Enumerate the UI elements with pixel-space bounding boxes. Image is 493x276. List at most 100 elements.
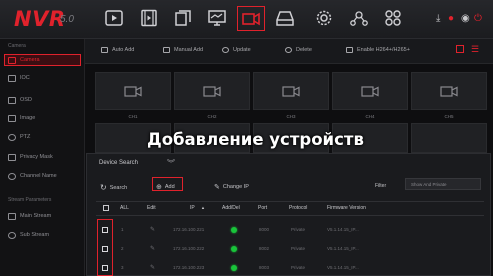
camera-placeholder-icon bbox=[123, 85, 142, 97]
camera-placeholder-icon bbox=[281, 85, 300, 97]
channel-tile-4[interactable] bbox=[332, 72, 408, 110]
sidebar-item-ptz[interactable]: PTZ bbox=[4, 131, 85, 143]
storage-icon[interactable] bbox=[274, 8, 296, 28]
camera-icon[interactable] bbox=[237, 6, 265, 31]
row-number: 2 bbox=[121, 246, 124, 251]
list-view-icon[interactable]: ☰ bbox=[471, 44, 479, 55]
online-status-icon[interactable] bbox=[231, 227, 237, 233]
sidebar-item-camera[interactable]: Camera bbox=[4, 54, 81, 66]
download-icon[interactable]: ⤓ bbox=[436, 13, 440, 24]
apps-icon[interactable] bbox=[382, 8, 404, 28]
channel-tile-2[interactable] bbox=[174, 72, 250, 110]
sidebar-section-camera: Camera bbox=[8, 43, 26, 49]
sidebar-item-main-stream[interactable]: Main Stream bbox=[4, 210, 85, 222]
delete-button[interactable]: Delete bbox=[285, 47, 312, 53]
sidebar-item-image[interactable]: Image bbox=[4, 112, 85, 124]
camera-icon bbox=[8, 56, 16, 64]
edit-row-icon[interactable]: ✎ bbox=[150, 245, 155, 252]
sidebar-item-sub-stream[interactable]: Sub Stream bbox=[4, 229, 85, 241]
row-checkbox[interactable] bbox=[102, 246, 108, 252]
online-status-icon[interactable] bbox=[231, 246, 237, 252]
files-icon[interactable] bbox=[172, 8, 194, 28]
channel-label: CH4 bbox=[365, 114, 375, 119]
stream-icon bbox=[8, 231, 16, 239]
channel-label: CH2 bbox=[207, 114, 217, 119]
film-icon[interactable] bbox=[138, 8, 160, 28]
grid-view-icon[interactable] bbox=[456, 45, 464, 53]
sidebar-item-privacy-mask[interactable]: Privacy Mask bbox=[4, 151, 85, 163]
row-number: 1 bbox=[121, 227, 124, 232]
chevron-down-icon[interactable]: ︾ bbox=[167, 158, 175, 169]
column-add-del: Add/Del bbox=[222, 205, 240, 211]
network-icon[interactable] bbox=[348, 8, 370, 28]
row-ip: 172.16.100.222 bbox=[173, 246, 205, 251]
edit-row-icon[interactable]: ✎ bbox=[150, 226, 155, 233]
monitor-icon[interactable] bbox=[206, 8, 228, 28]
row-firmware: V5.1.14.15_IP... bbox=[327, 265, 359, 270]
row-port: 8003 bbox=[259, 265, 270, 270]
column-port: Port bbox=[258, 205, 268, 211]
user-icon[interactable]: ◉ bbox=[461, 13, 470, 24]
manual-add-button[interactable]: Manual Add bbox=[163, 47, 203, 53]
filter-label: Filter bbox=[375, 183, 387, 189]
add-button[interactable]: ⊕ Add bbox=[156, 183, 175, 191]
row-ip: 172.16.100.223 bbox=[173, 265, 205, 270]
sidebar-item-channel-name[interactable]: Channel Name bbox=[4, 170, 85, 182]
stream-icon bbox=[8, 212, 16, 220]
channel-label: CH5 bbox=[444, 114, 454, 119]
row-number: 3 bbox=[121, 265, 124, 270]
sidebar-item-osd[interactable]: OSD bbox=[4, 94, 85, 106]
row-checkbox[interactable] bbox=[102, 265, 108, 271]
device-search-title: Device Search bbox=[99, 160, 139, 166]
auto-add-button[interactable]: Auto Add bbox=[101, 47, 134, 53]
row-protocol: Private bbox=[291, 265, 306, 270]
change-ip-button[interactable]: ✎ Change IP bbox=[214, 183, 249, 191]
row-ip: 172.16.100.221 bbox=[173, 227, 205, 232]
channel-tile-1[interactable] bbox=[95, 72, 171, 110]
online-status-icon[interactable] bbox=[231, 265, 237, 271]
add-icon: ⊕ bbox=[156, 184, 162, 191]
edit-row-icon[interactable]: ✎ bbox=[150, 264, 155, 271]
camera-placeholder-icon bbox=[202, 85, 221, 97]
channel-label: CH1 bbox=[128, 114, 138, 119]
select-all-checkbox[interactable] bbox=[103, 205, 109, 211]
notification-icon[interactable]: ● bbox=[448, 13, 454, 24]
channel-tile-3[interactable] bbox=[253, 72, 329, 110]
camera-placeholder-icon bbox=[439, 85, 458, 97]
row-protocol: Private bbox=[291, 227, 306, 232]
search-button[interactable]: ↻ Search bbox=[100, 183, 127, 192]
osd-icon bbox=[8, 96, 16, 104]
camera-placeholder-icon bbox=[360, 85, 379, 97]
refresh-icon: ↻ bbox=[100, 183, 107, 192]
overlay-title: Добавление устройств bbox=[147, 130, 364, 149]
channel-tile-5[interactable] bbox=[411, 72, 487, 110]
channel-label: CH3 bbox=[286, 114, 296, 119]
power-icon[interactable]: ⏻ bbox=[474, 13, 482, 24]
h264-icon bbox=[346, 47, 353, 53]
playback-icon[interactable] bbox=[103, 8, 125, 28]
column-protocol: Protocol bbox=[289, 205, 308, 211]
update-button[interactable]: Update bbox=[222, 47, 251, 53]
delete-icon bbox=[285, 47, 292, 53]
sidebar-section-stream: Stream Parameters bbox=[8, 197, 52, 203]
column-edit: Edit bbox=[147, 205, 156, 211]
filter-select[interactable]: Show And Private bbox=[405, 178, 481, 190]
column-ip[interactable]: IP bbox=[190, 205, 195, 211]
ptz-icon bbox=[8, 133, 16, 141]
sidebar-item-ioc[interactable]: IOC bbox=[4, 72, 85, 84]
auto-add-icon bbox=[101, 47, 108, 53]
update-icon bbox=[222, 47, 229, 53]
row-protocol: Private bbox=[291, 246, 306, 251]
channel-tile-10[interactable] bbox=[411, 123, 487, 153]
row-port: 8000 bbox=[259, 227, 270, 232]
row-firmware: V5.1.14.15_IP... bbox=[327, 227, 359, 232]
gear-icon[interactable] bbox=[313, 8, 335, 28]
row-firmware: V5.1.14.15_IP... bbox=[327, 246, 359, 251]
column-all: ALL bbox=[120, 205, 129, 211]
name-icon bbox=[8, 172, 16, 180]
row-checkbox[interactable] bbox=[102, 227, 108, 233]
edit-icon: ✎ bbox=[214, 184, 220, 191]
manual-add-icon bbox=[163, 47, 170, 53]
enable-h264-button[interactable]: Enable H264+/H265+ bbox=[346, 47, 410, 53]
sort-arrow-icon[interactable]: ▲ bbox=[201, 205, 205, 210]
